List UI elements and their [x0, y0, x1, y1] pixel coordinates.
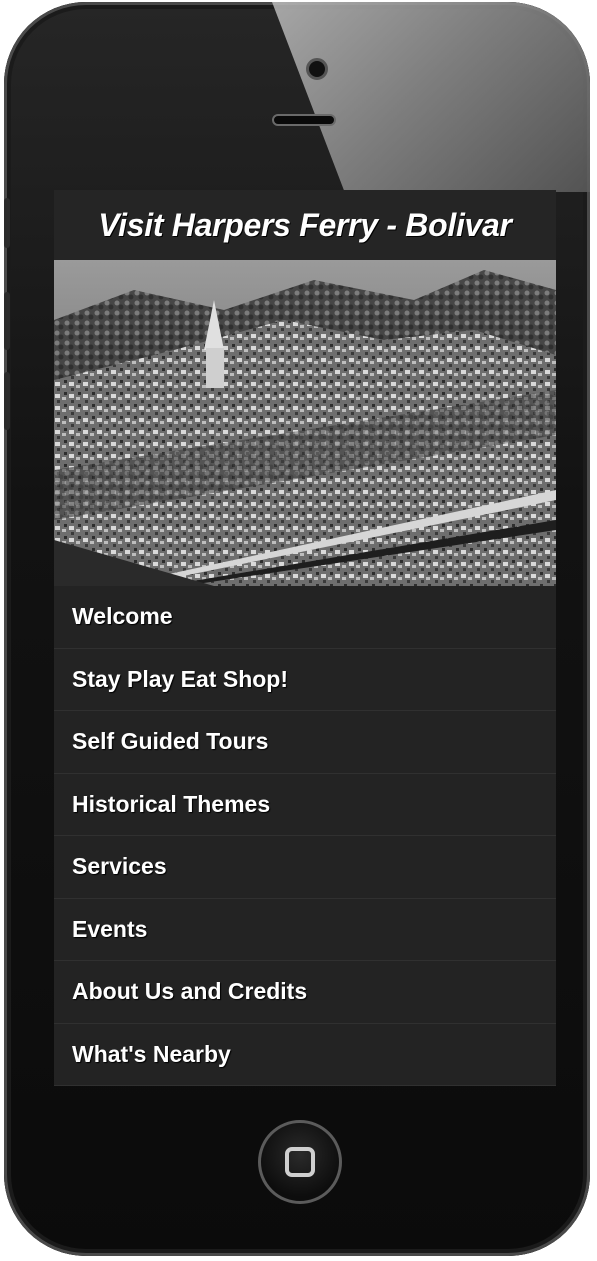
hero-image	[54, 260, 556, 586]
page-title: Visit Harpers Ferry - Bolivar	[98, 206, 512, 243]
front-camera-icon	[306, 58, 328, 80]
title-bar: Visit Harpers Ferry - Bolivar	[54, 190, 556, 260]
menu-item-welcome[interactable]: Welcome	[54, 586, 556, 649]
menu-item-historical-themes[interactable]: Historical Themes	[54, 774, 556, 836]
menu-item-stay-play-eat-shop[interactable]: Stay Play Eat Shop!	[54, 649, 556, 711]
menu-item-events[interactable]: Events	[54, 899, 556, 961]
home-button[interactable]	[258, 1120, 342, 1204]
home-square-icon	[285, 1147, 315, 1177]
aerial-town-photo	[54, 260, 556, 586]
menu-item-whats-nearby[interactable]: What's Nearby	[54, 1024, 556, 1086]
volume-up-button	[4, 292, 10, 350]
menu-item-about-us[interactable]: About Us and Credits	[54, 961, 556, 1024]
main-menu: Welcome Stay Play Eat Shop! Self Guided …	[54, 586, 556, 1086]
app-screen: Visit Harpers Ferry - Bolivar Welcome St…	[54, 190, 556, 1086]
phone-device: Visit Harpers Ferry - Bolivar Welcome St…	[4, 2, 590, 1256]
earpiece-speaker	[272, 114, 336, 126]
mute-switch	[4, 198, 10, 248]
volume-down-button	[4, 372, 10, 430]
screen-glare	[272, 2, 590, 192]
menu-item-services[interactable]: Services	[54, 836, 556, 899]
menu-item-self-guided-tours[interactable]: Self Guided Tours	[54, 711, 556, 774]
